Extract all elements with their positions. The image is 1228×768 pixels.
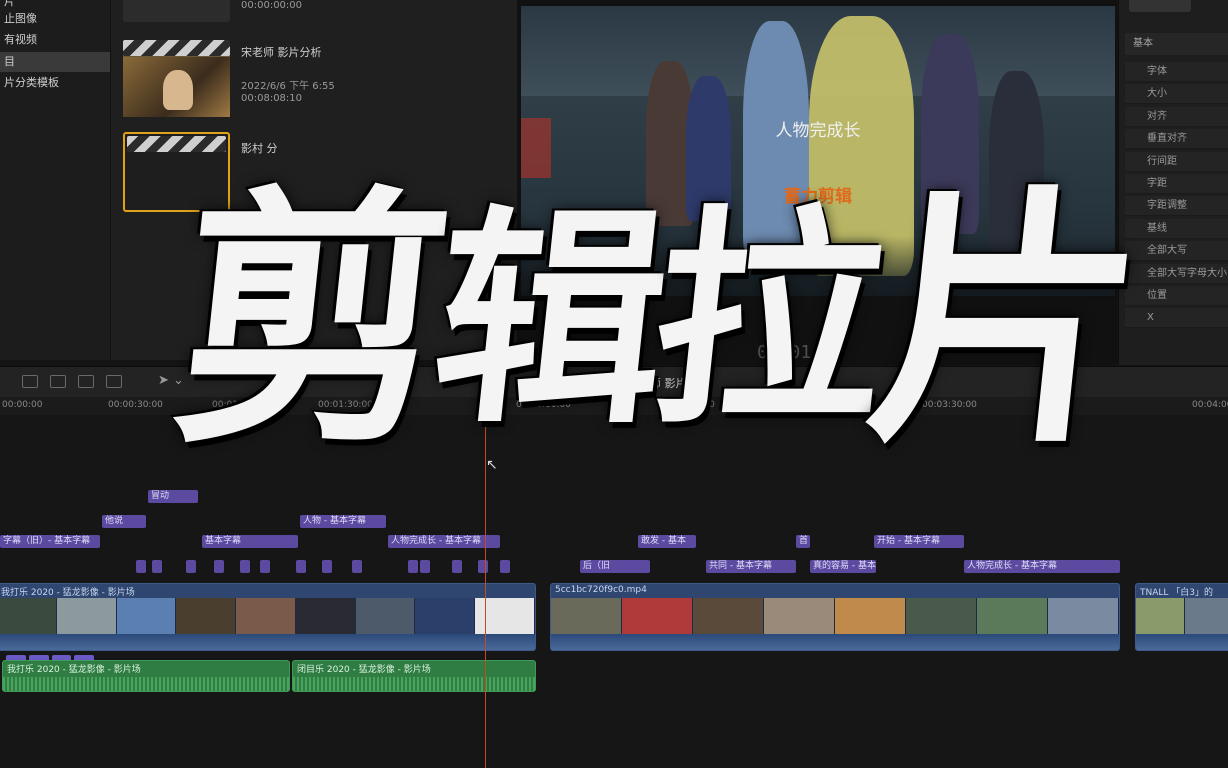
inspector-row[interactable]: 位置: [1125, 286, 1228, 306]
filmstrip: [551, 598, 1119, 636]
title-clip-small[interactable]: [408, 560, 418, 573]
video-clip-3[interactable]: TNALL 「白3」的: [1135, 583, 1228, 651]
mouse-cursor-icon: ↖: [486, 457, 498, 473]
inspector-row[interactable]: 全部大写字母大小: [1125, 263, 1228, 284]
clip-duration-1: 00:08:08:10: [241, 93, 303, 104]
title-clip-small[interactable]: [478, 560, 488, 573]
viewer: 人物完成长 蓄力剪辑 00:01: [517, 0, 1117, 365]
clip-thumbnail-2-selected[interactable]: [123, 132, 230, 212]
video-frame[interactable]: 人物完成长 蓄力剪辑: [521, 6, 1115, 296]
timeline[interactable]: 冒动 他说 人物 - 基本字幕 字幕（旧）- 基本字幕 基本字幕 人物完成长 - 基本字幕…: [0, 415, 1228, 768]
title-clip[interactable]: 字幕（旧）- 基本字幕: [0, 535, 100, 548]
title-clip[interactable]: 冒动: [148, 490, 198, 503]
title-clip-small[interactable]: [296, 560, 306, 573]
title-clip-small[interactable]: [186, 560, 196, 573]
subtitle-main: 人物完成长: [775, 121, 861, 141]
inspector-row[interactable]: 垂直对齐: [1125, 129, 1228, 150]
sidebar-item-still-images[interactable]: 止图像: [0, 9, 110, 29]
title-clip-small[interactable]: [214, 560, 224, 573]
ruler-tick: 00:03:30:00: [922, 400, 977, 410]
title-clip[interactable]: 基本字幕: [202, 535, 298, 548]
title-clip-small[interactable]: [136, 560, 146, 573]
audio-clip-label: 闭目乐 2020 - 猛龙影像 - 影片场: [297, 665, 431, 675]
filmstrip: [1136, 598, 1228, 636]
inspector-section-basic[interactable]: 基本: [1125, 33, 1228, 55]
video-clip-label: 5cc1bc720f9c0.mp4: [555, 585, 647, 595]
timeline-ruler[interactable]: 00:00:00 00:00:30:00 00:01:00:00 00:01:30:0…: [0, 397, 1228, 416]
clip-duration-top: 00:00:00:00: [241, 0, 303, 11]
inspector-row[interactable]: 大小: [1125, 84, 1228, 105]
title-clip[interactable]: 人物 - 基本字幕: [300, 515, 386, 528]
library-sidebar: 片 止图像 有视频 目 片分类模板: [0, 0, 111, 360]
title-clip[interactable]: 开始 - 基本字幕: [874, 535, 964, 548]
title-clip[interactable]: 首: [796, 535, 810, 548]
title-clip[interactable]: 后（旧: [580, 560, 650, 573]
append-clip-icon[interactable]: [78, 375, 94, 388]
sidebar-item-templates[interactable]: 片分类模板: [0, 73, 110, 93]
playhead[interactable]: [485, 397, 486, 768]
filmstrip: [0, 598, 535, 636]
inspector-row[interactable]: 行间距: [1125, 151, 1228, 172]
inspector-row[interactable]: 字体: [1125, 62, 1228, 82]
ruler-tick: 00:00:00: [2, 400, 43, 410]
clip-thumbnail-top[interactable]: [123, 0, 230, 22]
audio-clip-1[interactable]: 我打乐 2020 - 猛龙影像 - 影片场: [2, 660, 290, 692]
timeline-toolbar: ➤ ⌄ 宋老师 影片分析: [0, 366, 1228, 398]
title-clip[interactable]: 敢发 - 基本: [638, 535, 696, 548]
clapper-icon: [127, 136, 226, 152]
insert-clip-icon[interactable]: [50, 375, 66, 388]
ruler-tick: 00:04:00:00: [1192, 400, 1228, 410]
inspector-row[interactable]: X: [1125, 308, 1228, 329]
title-clip-small[interactable]: [500, 560, 510, 573]
inspector-row[interactable]: 基线: [1125, 218, 1228, 239]
sidebar-item-project[interactable]: 目: [0, 52, 110, 72]
ruler-tick: 00:03:00:00: [786, 400, 841, 410]
ruler-tick: 00:01:00:00: [212, 400, 267, 410]
title-clip[interactable]: 人物完成长 - 基本字幕: [388, 535, 500, 548]
project-title: 宋老师 影片分析: [628, 377, 709, 390]
inspector-panel: 基本 字体 大小 对齐 垂直对齐 行间距 字距 字距调整 基线 全部大写 全部大写字母大小 位置 X: [1118, 0, 1228, 365]
ruler-tick: 00:02:30:00: [660, 400, 715, 410]
audio-clip-label: 我打乐 2020 - 猛龙影像 - 影片场: [7, 665, 141, 675]
title-clip-small[interactable]: [322, 560, 332, 573]
clip-title-2: 影村 分: [241, 142, 278, 155]
clip-title-1: 宋老师 影片分析: [241, 46, 322, 59]
title-clip[interactable]: 他说: [102, 515, 146, 528]
title-clip[interactable]: 真的容易 - 基本: [810, 560, 876, 573]
clapper-icon: [123, 40, 230, 56]
title-clip-small[interactable]: [152, 560, 162, 573]
ruler-tick: 00:02:00:00: [516, 400, 571, 410]
title-clip-small[interactable]: [452, 560, 462, 573]
clip-thumbnail-1[interactable]: [123, 40, 230, 117]
select-tool-icon[interactable]: ➤ ⌄: [158, 373, 184, 388]
clip-date-1: 2022/6/6 下午 6:55: [241, 81, 335, 92]
title-clip[interactable]: 共同 - 基本字幕: [706, 560, 796, 573]
ruler-tick: 00:01:30:00: [318, 400, 373, 410]
video-clip-1[interactable]: 我打乐 2020 - 猛龙影像 - 影片场: [0, 583, 536, 651]
subtitle-brand: 蓄力剪辑: [784, 187, 852, 207]
title-clip-small[interactable]: [420, 560, 430, 573]
clip-browser: 00:00:00:00 宋老师 影片分析 2022/6/6 下午 6:55 00…: [111, 0, 517, 360]
title-clip-small[interactable]: [260, 560, 270, 573]
video-clip-label: 我打乐 2020 - 猛龙影像 - 影片场: [1, 588, 135, 598]
inspector-row[interactable]: 对齐: [1125, 106, 1228, 127]
inspector-tab[interactable]: [1129, 0, 1191, 12]
video-clip-2[interactable]: 5cc1bc720f9c0.mp4: [550, 583, 1120, 651]
title-clip-small[interactable]: [240, 560, 250, 573]
title-clip[interactable]: 人物完成长 - 基本字幕: [964, 560, 1120, 573]
connect-clip-icon[interactable]: [22, 375, 38, 388]
video-clip-label: TNALL 「白3」的: [1140, 588, 1214, 598]
overwrite-clip-icon[interactable]: [106, 375, 122, 388]
ruler-tick: 00:00:30:00: [108, 400, 163, 410]
inspector-row[interactable]: 字距调整: [1125, 196, 1228, 217]
inspector-row[interactable]: 字距: [1125, 174, 1228, 194]
sidebar-item-all-videos[interactable]: 有视频: [0, 30, 110, 50]
inspector-row[interactable]: 全部大写: [1125, 241, 1228, 262]
title-clip-small[interactable]: [352, 560, 362, 573]
viewer-timecode: 00:01: [757, 342, 812, 363]
audio-clip-2[interactable]: 闭目乐 2020 - 猛龙影像 - 影片场: [292, 660, 536, 692]
